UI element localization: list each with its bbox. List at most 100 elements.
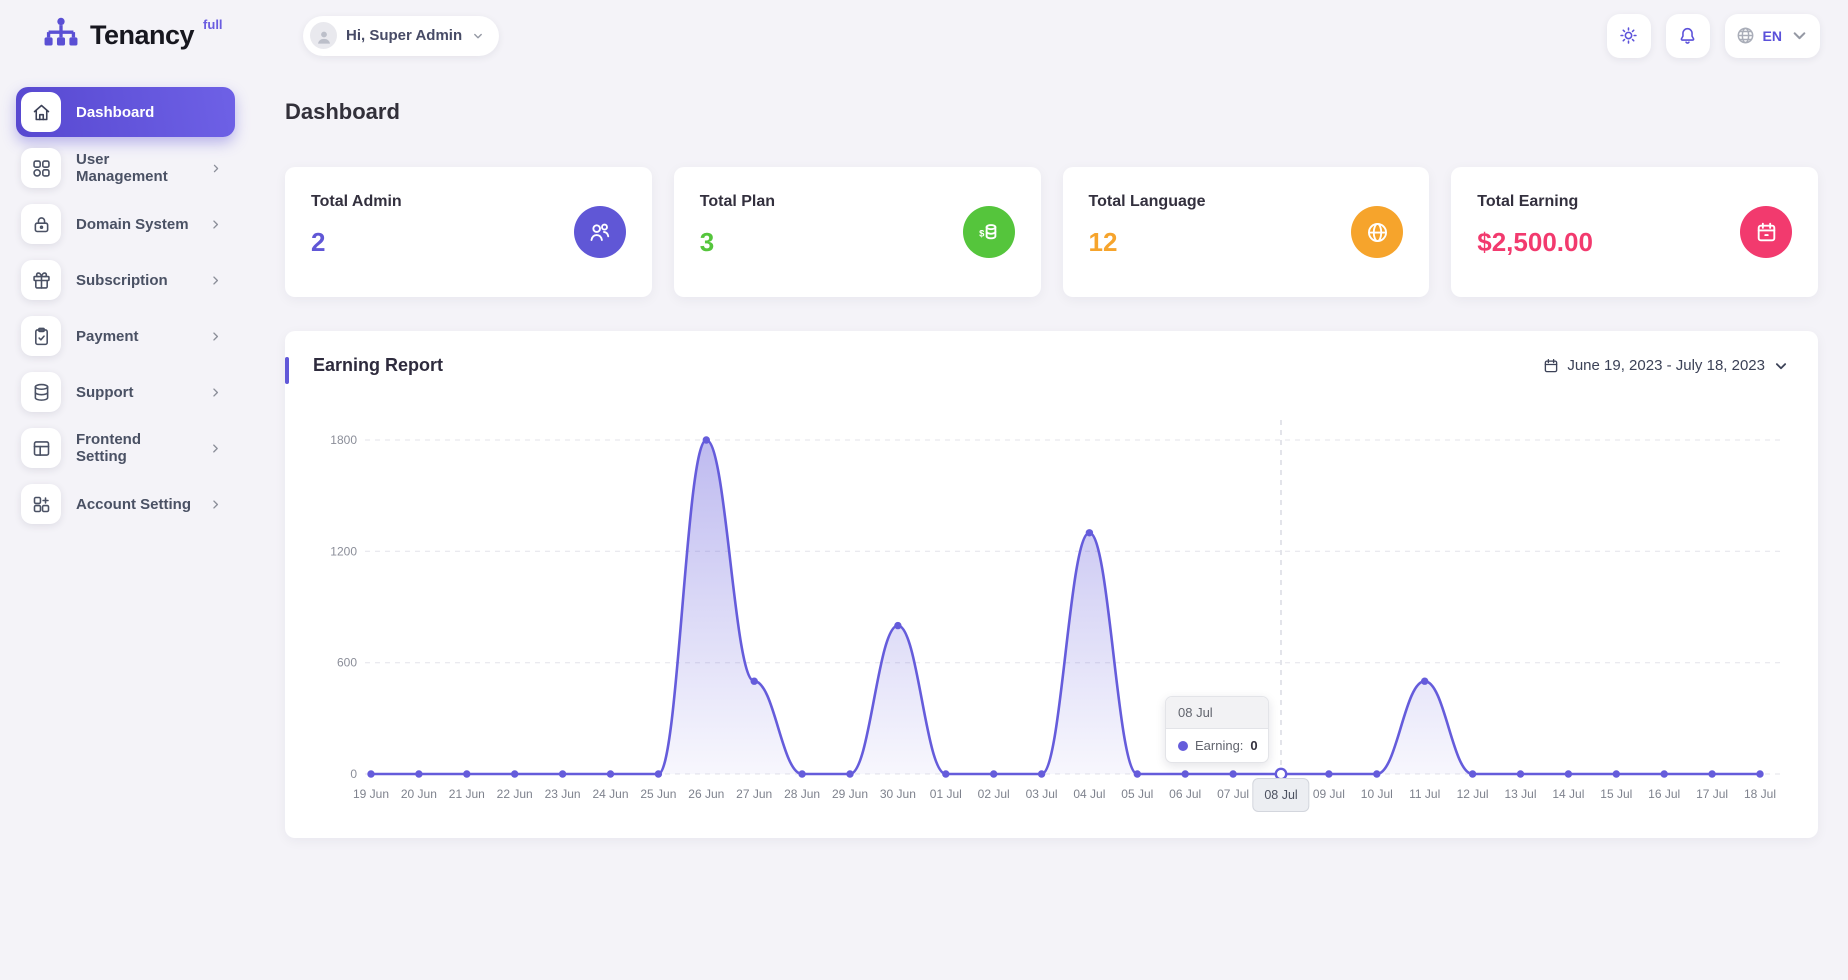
globe-icon xyxy=(1735,25,1756,46)
page-title: Dashboard xyxy=(285,99,1818,125)
svg-text:06 Jul: 06 Jul xyxy=(1169,787,1201,801)
svg-text:24 Jun: 24 Jun xyxy=(592,787,628,801)
svg-text:1200: 1200 xyxy=(330,544,357,558)
chevron-down-icon xyxy=(1772,357,1790,375)
sidebar-item-frontend-setting[interactable]: Frontend Setting xyxy=(16,423,235,473)
chevron-right-icon xyxy=(208,329,223,344)
sidebar-item-subscription[interactable]: Subscription xyxy=(16,255,235,305)
chevron-right-icon xyxy=(208,273,223,288)
chevron-right-icon xyxy=(208,441,223,456)
sidebar-item-label: Account Setting xyxy=(76,496,191,513)
top-header: Tenancy full Hi, Super Admin EN xyxy=(0,0,1848,71)
sidebar-item-domain-system[interactable]: Domain System xyxy=(16,199,235,249)
svg-text:17 Jul: 17 Jul xyxy=(1696,787,1728,801)
svg-text:05 Jul: 05 Jul xyxy=(1121,787,1153,801)
sidebar-item-label: Domain System xyxy=(76,216,189,233)
svg-text:02 Jul: 02 Jul xyxy=(978,787,1010,801)
home-icon xyxy=(21,92,61,132)
svg-text:26 Jun: 26 Jun xyxy=(688,787,724,801)
svg-text:16 Jul: 16 Jul xyxy=(1648,787,1680,801)
svg-text:04 Jul: 04 Jul xyxy=(1073,787,1105,801)
database-icon xyxy=(21,372,61,412)
user-greeting: Hi, Super Admin xyxy=(346,27,462,44)
chevron-right-icon xyxy=(208,217,223,232)
sidebar-item-support[interactable]: Support xyxy=(16,367,235,417)
stat-card-total-plan: Total Plan3$ xyxy=(674,167,1041,297)
earning-report-title: Earning Report xyxy=(313,355,443,376)
svg-text:19 Jun: 19 Jun xyxy=(353,787,389,801)
svg-text:03 Jul: 03 Jul xyxy=(1026,787,1058,801)
stat-cards-row: Total Admin2Total Plan3$Total Language12… xyxy=(285,167,1818,297)
sidebar-item-user-management[interactable]: User Management xyxy=(16,143,235,193)
category-icon xyxy=(21,148,61,188)
gift-icon xyxy=(21,260,61,300)
date-range-label: June 19, 2023 - July 18, 2023 xyxy=(1567,357,1765,374)
svg-text:1800: 1800 xyxy=(330,433,357,447)
stat-label: Total Language xyxy=(1089,193,1404,211)
svg-text:29 Jun: 29 Jun xyxy=(832,787,868,801)
hovered-axis-label: 08 Jul xyxy=(1252,778,1309,812)
user-menu-button[interactable]: Hi, Super Admin xyxy=(303,16,499,56)
stat-label: Total Earning xyxy=(1477,193,1792,211)
brand-name: Tenancy xyxy=(90,20,194,51)
language-selector-button[interactable]: EN xyxy=(1725,14,1820,58)
sitemap-logo-icon xyxy=(40,15,82,57)
date-range-picker[interactable]: June 19, 2023 - July 18, 2023 xyxy=(1542,357,1790,375)
svg-text:01 Jul: 01 Jul xyxy=(930,787,962,801)
lock-icon xyxy=(21,204,61,244)
users-icon xyxy=(574,206,626,258)
language-code: EN xyxy=(1763,28,1782,44)
main-content: Dashboard Total Admin2Total Plan3$Total … xyxy=(251,71,1848,838)
globe-icon xyxy=(1351,206,1403,258)
theme-toggle-button[interactable] xyxy=(1607,14,1651,58)
svg-text:07 Jul: 07 Jul xyxy=(1217,787,1249,801)
svg-text:23 Jun: 23 Jun xyxy=(545,787,581,801)
svg-text:13 Jul: 13 Jul xyxy=(1504,787,1536,801)
notifications-button[interactable] xyxy=(1666,14,1710,58)
svg-text:09 Jul: 09 Jul xyxy=(1313,787,1345,801)
svg-text:27 Jun: 27 Jun xyxy=(736,787,772,801)
stat-card-total-language: Total Language12 xyxy=(1063,167,1430,297)
earning-area-chart: 06001200180019 Jun20 Jun21 Jun22 Jun23 J… xyxy=(313,400,1790,820)
tooltip-series-label: Earning: xyxy=(1195,738,1243,753)
svg-text:25 Jun: 25 Jun xyxy=(640,787,676,801)
earning-chart[interactable]: 06001200180019 Jun20 Jun21 Jun22 Jun23 J… xyxy=(313,400,1790,824)
sidebar-item-label: Support xyxy=(76,384,134,401)
calendar-icon xyxy=(1740,206,1792,258)
chevron-right-icon xyxy=(208,497,223,512)
sidebar-item-label: Subscription xyxy=(76,272,168,289)
brand-logo[interactable]: Tenancy full xyxy=(0,15,251,57)
dollar-coins-icon: $ xyxy=(963,206,1015,258)
svg-text:11 Jul: 11 Jul xyxy=(1409,787,1440,801)
sidebar-item-label: Frontend Setting xyxy=(76,431,193,465)
sidebar-item-dashboard[interactable]: Dashboard xyxy=(16,87,235,137)
sidebar-item-account-setting[interactable]: Account Setting xyxy=(16,479,235,529)
sidebar-item-payment[interactable]: Payment xyxy=(16,311,235,361)
chevron-right-icon xyxy=(209,161,223,176)
sidebar-item-label: Payment xyxy=(76,328,139,345)
bell-icon xyxy=(1677,25,1698,46)
svg-text:30 Jun: 30 Jun xyxy=(880,787,916,801)
brand-badge: full xyxy=(203,17,223,32)
sidebar-item-label: User Management xyxy=(76,151,194,185)
svg-text:15 Jul: 15 Jul xyxy=(1600,787,1632,801)
svg-text:600: 600 xyxy=(337,656,357,670)
sidebar-item-label: Dashboard xyxy=(76,104,154,121)
stat-card-total-admin: Total Admin2 xyxy=(285,167,652,297)
grid-plus-icon xyxy=(21,484,61,524)
tooltip-date: 08 Jul xyxy=(1166,697,1268,729)
chart-tooltip: 08 Jul Earning: 0 xyxy=(1165,696,1269,763)
svg-text:$: $ xyxy=(979,228,985,238)
card-accent-bar xyxy=(285,357,289,384)
table-icon xyxy=(21,428,61,468)
svg-text:0: 0 xyxy=(350,767,357,781)
stat-card-total-earning: Total Earning$2,500.00 xyxy=(1451,167,1818,297)
user-avatar-icon xyxy=(310,22,337,49)
svg-text:12 Jul: 12 Jul xyxy=(1457,787,1489,801)
svg-text:20 Jun: 20 Jun xyxy=(401,787,437,801)
svg-text:14 Jul: 14 Jul xyxy=(1552,787,1584,801)
calendar-icon xyxy=(1542,357,1560,375)
svg-text:28 Jun: 28 Jun xyxy=(784,787,820,801)
chevron-right-icon xyxy=(208,385,223,400)
clipboard-check-icon xyxy=(21,316,61,356)
